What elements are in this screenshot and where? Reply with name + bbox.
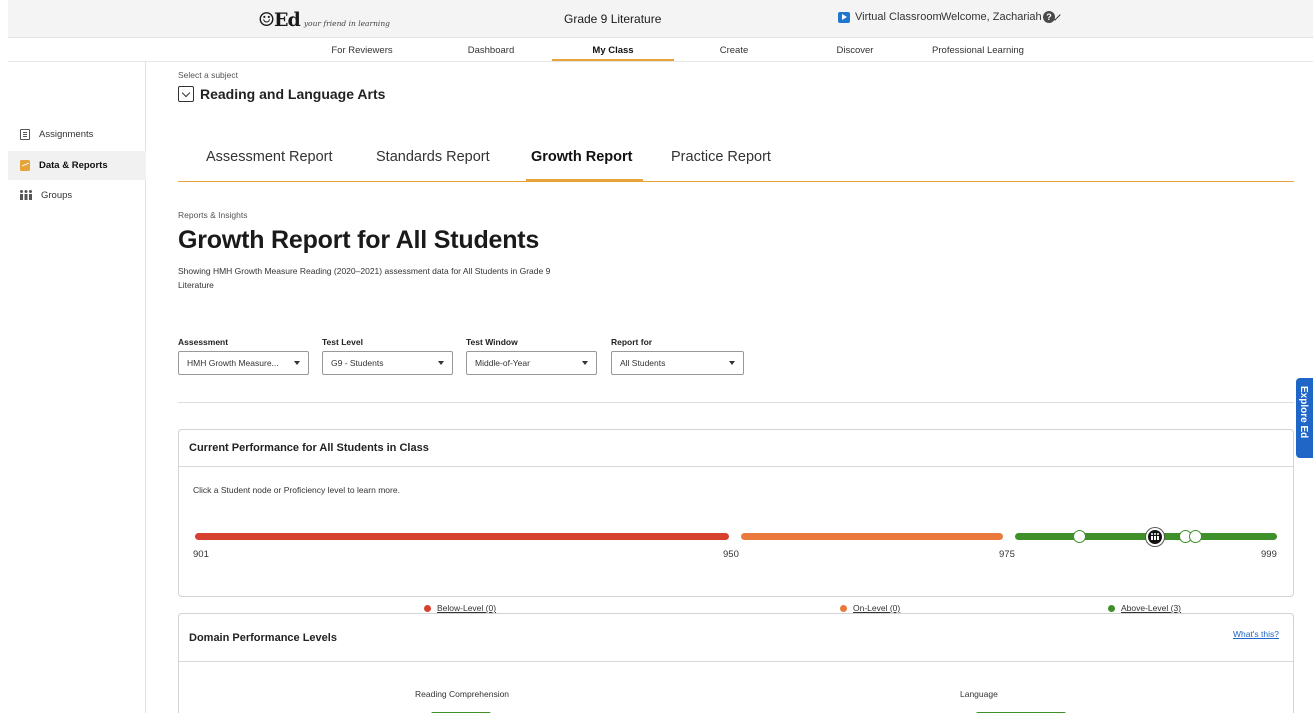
page-title: Growth Report for All Students [178, 226, 540, 254]
class-title: Grade 9 Literature [564, 12, 662, 26]
sidebar-item-assignments[interactable]: Assignments [8, 120, 146, 149]
groups-icon [20, 190, 32, 201]
scale-max: 999 [1261, 549, 1277, 560]
nav-professional-learning[interactable]: Professional Learning [918, 45, 1038, 56]
filter-test-level: Test Level G9 - Students [322, 337, 453, 375]
virtual-classroom-label: Virtual Classroom [855, 11, 942, 23]
dot-icon [424, 604, 431, 612]
clipboard-icon [20, 129, 30, 140]
card-title: Current Performance for All Students in … [179, 430, 1293, 467]
caret-down-icon [294, 361, 300, 365]
sidebar-item-label: Data & Reports [39, 160, 108, 171]
sidebar-item-label: Assignments [39, 129, 94, 140]
dot-icon [1108, 604, 1115, 612]
chart-icon [20, 160, 30, 171]
nav-dashboard[interactable]: Dashboard [451, 45, 531, 56]
caret-down-icon [438, 361, 444, 365]
test-window-select[interactable]: Middle-of-Year [466, 351, 597, 375]
nav-create[interactable]: Create [694, 45, 774, 56]
explore-ed-tab[interactable]: Explore Ed [1296, 378, 1313, 458]
virtual-classroom-link[interactable]: Virtual Classroom [838, 11, 942, 23]
sidebar-item-groups[interactable]: Groups [8, 181, 146, 210]
report-for-select[interactable]: All Students [611, 351, 744, 375]
student-node[interactable] [1189, 530, 1202, 543]
tab-practice-report[interactable]: Practice Report [671, 149, 771, 165]
select-value: HMH Growth Measure... [187, 358, 279, 368]
assessment-select[interactable]: HMH Growth Measure... [178, 351, 309, 375]
filter-report-for: Report for All Students [611, 337, 744, 375]
legend-on-level[interactable]: On-Level (0) [840, 603, 900, 613]
filter-label: Test Window [466, 337, 518, 347]
page-description: Showing HMH Growth Measure Reading (2020… [178, 266, 551, 290]
main-content: Select a subject Reading and Language Ar… [146, 62, 1313, 713]
logo-tagline: your friend in learning [303, 19, 390, 28]
filter-label: Report for [611, 337, 653, 347]
test-level-select[interactable]: G9 - Students [322, 351, 453, 375]
nav-discover[interactable]: Discover [815, 45, 895, 56]
caret-down-icon [582, 361, 588, 365]
performance-hint: Click a Student node or Proficiency leve… [193, 485, 400, 495]
main-nav: For Reviewers Dashboard My Class Create … [8, 38, 1313, 62]
nav-my-class[interactable]: My Class [573, 45, 653, 56]
user-menu[interactable]: Welcome, Zachariah [941, 8, 1061, 23]
nav-active-underline [552, 59, 674, 61]
welcome-label: Welcome, Zachariah [941, 11, 1042, 23]
legend-below-level[interactable]: Below-Level (0) [424, 603, 496, 613]
sidebar-item-data-reports[interactable]: Data & Reports [8, 151, 146, 180]
legend-label[interactable]: Above-Level (3) [1121, 603, 1181, 613]
section-divider [178, 402, 1294, 403]
legend-above-level[interactable]: Above-Level (3) [1108, 603, 1181, 613]
sidebar-item-label: Groups [41, 190, 73, 201]
domain-reading-comprehension: Reading Comprehension [415, 689, 510, 699]
card-title: Domain Performance Levels [179, 614, 1293, 662]
select-value: Middle-of-Year [475, 358, 530, 368]
current-performance-card: Current Performance for All Students in … [178, 429, 1294, 613]
tab-assessment-report[interactable]: Assessment Report [206, 149, 333, 165]
select-subject-label: Select a subject [178, 70, 239, 80]
caret-down-icon [729, 361, 735, 365]
dot-icon [840, 604, 847, 612]
filter-assessment: Assessment HMH Growth Measure... [178, 337, 309, 375]
section-label: Reports & Insights [178, 210, 248, 220]
domain-language: Language [960, 689, 998, 699]
scale-min: 901 [193, 549, 209, 560]
tab-growth-report[interactable]: Growth Report [531, 149, 633, 165]
scale-tick: 950 [723, 549, 739, 560]
subject-selector[interactable]: Reading and Language Arts [178, 86, 385, 102]
nav-for-reviewers[interactable]: For Reviewers [319, 45, 405, 56]
student-group-node[interactable] [1146, 528, 1164, 546]
tab-active-underline [526, 179, 643, 182]
play-icon [838, 11, 850, 23]
logo-mark: ☺Ed [258, 9, 301, 31]
below-level-bar[interactable] [195, 533, 729, 540]
select-value: G9 - Students [331, 358, 384, 368]
on-level-bar[interactable] [741, 533, 1003, 540]
select-value: All Students [620, 358, 666, 368]
report-tabs: Assessment Report Standards Report Growt… [178, 142, 1294, 182]
top-header: ☺Ed your friend in learning Grade 9 Lite… [8, 0, 1313, 38]
chevron-down-icon[interactable] [178, 86, 194, 102]
filter-label: Assessment [178, 337, 229, 347]
filter-test-window: Test Window Middle-of-Year [466, 337, 597, 375]
filter-label: Test Level [322, 337, 363, 347]
help-icon[interactable]: ? [1043, 11, 1055, 23]
subject-name: Reading and Language Arts [200, 86, 386, 102]
domain-performance-card: Domain Performance Levels What's this? R… [178, 613, 1294, 713]
scale-tick: 975 [999, 549, 1015, 560]
legend-label[interactable]: On-Level (0) [853, 603, 900, 613]
tab-standards-report[interactable]: Standards Report [376, 149, 490, 165]
sidebar: Assignments Data & Reports Groups [8, 62, 146, 713]
student-node[interactable] [1073, 530, 1086, 543]
ed-logo[interactable]: ☺Ed your friend in learning [258, 9, 390, 31]
whats-this-link[interactable]: What's this? [1233, 629, 1279, 639]
legend-label[interactable]: Below-Level (0) [437, 603, 496, 613]
explore-ed-label: Explore Ed [1298, 386, 1309, 439]
